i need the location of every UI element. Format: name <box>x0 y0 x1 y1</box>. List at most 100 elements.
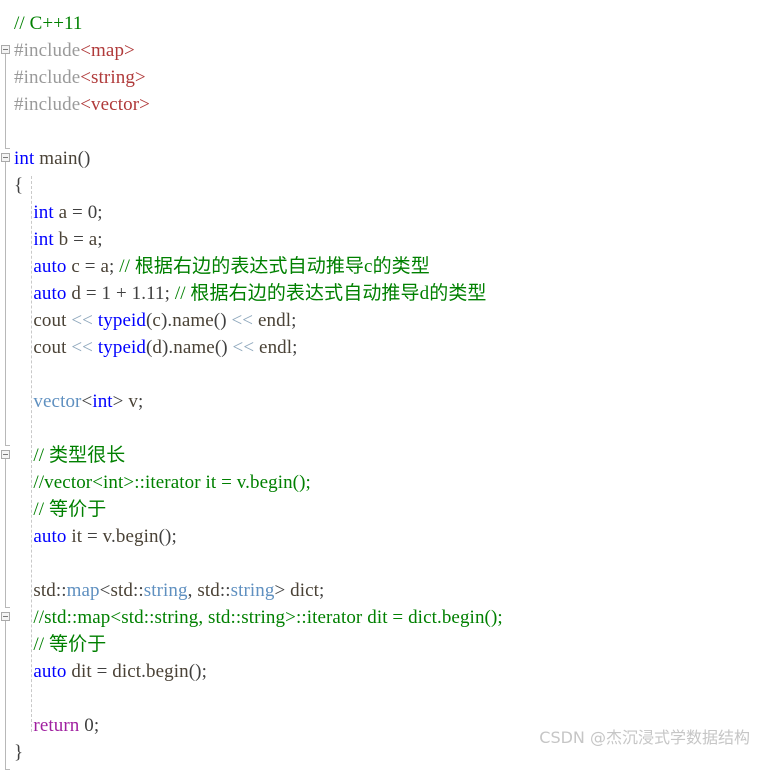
token-identifier: cout <box>14 310 67 331</box>
token-identifier: endl <box>257 310 292 331</box>
token-operator: << <box>66 337 98 358</box>
token-identifier: b <box>58 229 69 250</box>
token-keyword: int <box>14 229 54 250</box>
code-line[interactable]: #include<string> <box>0 64 146 91</box>
token-comment: // 等价于 <box>14 499 107 520</box>
token-punct: ; <box>97 202 103 223</box>
token-keyword: typeid <box>97 337 146 358</box>
token-punct: :: <box>219 580 231 601</box>
token-identifier: dit <box>71 661 92 682</box>
code-line[interactable]: cout << typeid(c).name() << endl; <box>0 307 296 334</box>
token-punct: = <box>91 661 113 682</box>
code-line[interactable]: #include<map> <box>0 37 135 64</box>
token-keyword: int <box>92 391 113 412</box>
token-type: vector <box>14 391 82 412</box>
code-line[interactable]: auto d = 1 + 1.11; // 根据右边的表达式自动推导d的类型 <box>0 280 487 307</box>
token-punct: :: <box>55 580 67 601</box>
code-line[interactable]: auto c = a; // 根据右边的表达式自动推导c的类型 <box>0 253 430 280</box>
token-punct: :: <box>132 580 144 601</box>
token-punct: (); <box>158 526 177 547</box>
token-identifier: it <box>71 526 83 547</box>
code-line[interactable] <box>0 685 19 712</box>
token-identifier: name <box>173 337 215 358</box>
token-keyword: int <box>14 148 35 169</box>
token-punct: ; <box>292 337 298 358</box>
code-line[interactable]: auto dit = dict.begin(); <box>0 658 207 685</box>
token-keyword: auto <box>14 256 67 277</box>
token-type: string <box>230 580 275 601</box>
code-line[interactable]: int a = 0; <box>0 199 103 226</box>
code-line[interactable]: #include<vector> <box>0 91 150 118</box>
token-operator: << <box>226 310 258 331</box>
token-comment: // C++11 <box>14 13 83 34</box>
code-line[interactable]: int b = a; <box>0 226 103 253</box>
token-comment: // 根据右边的表达式自动推导d的类型 <box>169 283 487 304</box>
csdn-watermark: CSDN @杰沉浸式学数据结构 <box>539 728 750 747</box>
code-line[interactable]: return 0; <box>0 712 99 739</box>
token-comment: //vector<int>::iterator it = v.begin(); <box>14 472 311 493</box>
code-line[interactable]: //std::map<std::string, std::string>::it… <box>0 604 503 631</box>
code-line[interactable]: auto it = v.begin(); <box>0 523 177 550</box>
token-header: <string> <box>80 67 146 88</box>
token-identifier: a <box>88 229 98 250</box>
token-identifier: cout <box>14 337 67 358</box>
token-punct: () <box>77 148 91 169</box>
token-punct: () <box>213 310 227 331</box>
token-punct: ; <box>93 715 100 736</box>
code-line[interactable] <box>0 415 19 442</box>
token-identifier: begin <box>115 526 159 547</box>
code-line[interactable]: } <box>0 739 23 766</box>
token-identifier: name <box>172 310 214 331</box>
token-punct: ). <box>160 310 173 331</box>
token-identifier: std <box>14 580 56 601</box>
code-line[interactable]: // C++11 <box>0 10 83 37</box>
token-punct: ; <box>97 229 103 250</box>
token-punct: = <box>67 202 88 223</box>
token-identifier: dict <box>112 661 142 682</box>
code-line[interactable]: // 等价于 <box>0 631 106 658</box>
token-punct: ; <box>319 580 325 601</box>
token-punct: + <box>111 283 132 304</box>
code-line[interactable]: cout << typeid(d).name() << endl; <box>0 334 298 361</box>
token-identifier: endl <box>259 337 293 358</box>
token-punct: , <box>187 580 198 601</box>
token-keyword: typeid <box>97 310 146 331</box>
code-line[interactable]: { <box>0 172 23 199</box>
code-editor[interactable]: // C++11 #include<map> #include<string> #in… <box>0 0 760 770</box>
token-number: 1.11 <box>131 283 165 304</box>
token-identifier: dict <box>290 580 320 601</box>
token-punct: (); <box>188 661 207 682</box>
token-identifier: std <box>197 580 220 601</box>
code-line[interactable] <box>0 550 19 577</box>
token-operator: << <box>66 310 98 331</box>
token-punct: < <box>99 580 111 601</box>
token-punct: ; <box>291 310 297 331</box>
code-line[interactable] <box>0 361 19 388</box>
token-keyword: auto <box>14 526 67 547</box>
code-line[interactable]: int main() <box>0 145 90 172</box>
token-identifier: main <box>39 148 78 169</box>
token-identifier: d <box>152 337 162 358</box>
token-identifier: begin <box>146 661 189 682</box>
token-identifier: a <box>100 256 109 277</box>
token-type: map <box>66 580 100 601</box>
code-line[interactable]: // 等价于 <box>0 496 106 523</box>
code-line[interactable]: vector<int> v; <box>0 388 143 415</box>
token-identifier: v <box>128 391 138 412</box>
token-number: 1 <box>101 283 112 304</box>
token-punct: > <box>274 580 291 601</box>
token-operator: << <box>227 337 260 358</box>
code-line[interactable] <box>0 118 19 145</box>
token-punct: = <box>82 526 103 547</box>
code-line[interactable]: std::map<std::string, std::string> dict; <box>0 577 324 604</box>
token-identifier: a <box>58 202 68 223</box>
token-identifier: std <box>110 580 133 601</box>
token-preprocessor: #include <box>14 40 81 61</box>
token-brace: } <box>14 742 24 763</box>
code-line[interactable]: // 类型很长 <box>0 442 125 469</box>
token-header: <map> <box>80 40 135 61</box>
token-number: 0 <box>84 715 94 736</box>
code-line[interactable]: //vector<int>::iterator it = v.begin(); <box>0 469 311 496</box>
token-header: <vector> <box>80 94 150 115</box>
token-punct: ). <box>162 337 174 358</box>
